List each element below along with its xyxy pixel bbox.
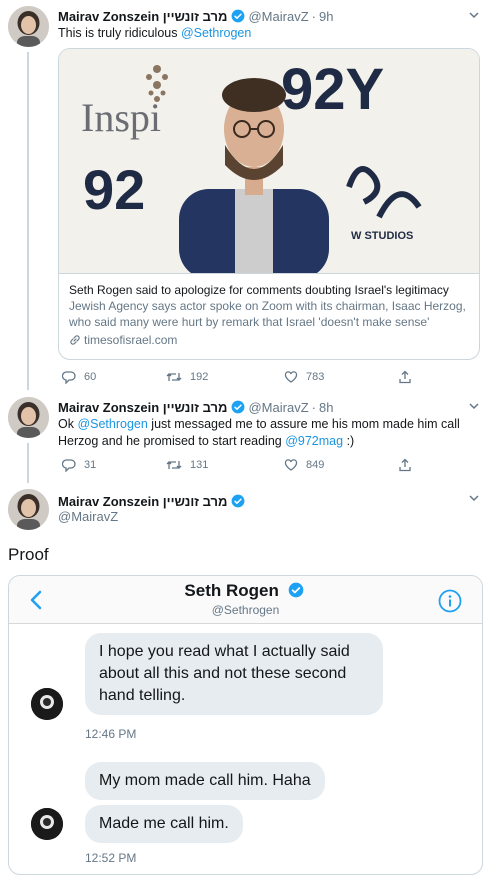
backdrop-text-92y: 92Y [281, 57, 384, 122]
retweet-button[interactable]: 131 [166, 456, 208, 474]
reply-count: 60 [84, 371, 97, 383]
tweet-text: Ok @Sethrogen just messaged me to assure… [58, 417, 460, 448]
author-name[interactable]: Mairav Zonszein מרב זונשיין [58, 9, 227, 24]
tweet-header: Mairav Zonszein מרב זונשיין @MairavZ · 8… [58, 397, 468, 417]
dm-message-bubble: I hope you read what I actually said abo… [85, 633, 383, 715]
backdrop-text-inspi: Inspi [81, 95, 161, 140]
author-handle[interactable]: @MairavZ [58, 509, 118, 524]
retweet-button[interactable]: 192 [166, 368, 208, 386]
tweet-header: Mairav Zonszein מרב זונשיין @MairavZ · 9… [58, 6, 468, 26]
tweet-actions: 31 131 849 [58, 456, 418, 474]
chevron-down-icon[interactable] [468, 10, 480, 20]
info-icon [438, 589, 462, 613]
share-icon [399, 370, 411, 384]
like-count: 783 [306, 371, 325, 383]
share-icon [399, 458, 411, 472]
reply-icon [62, 371, 76, 384]
thread-line [27, 52, 29, 390]
card-description: Jewish Agency says actor spoke on Zoom w… [69, 299, 466, 329]
tweet-3: Mairav Zonszein מרב זונשיין @MairavZ [0, 489, 492, 533]
reply-icon [62, 459, 76, 472]
tweet-2: Mairav Zonszein מרב זונשיין @MairavZ · 8… [0, 397, 492, 483]
card-domain: timesofisrael.com [69, 332, 469, 348]
link-card[interactable]: Inspi 92Y 92 W STUDIOS Seth Rogen said t… [58, 48, 480, 360]
author-handle[interactable]: @MairavZ [248, 9, 308, 24]
dm-timestamp: 12:46 PM [85, 727, 137, 741]
author-name[interactable]: Mairav Zonszein מרב זונשיין [58, 400, 227, 415]
share-button[interactable] [398, 456, 420, 474]
chevron-down-icon[interactable] [468, 493, 480, 503]
tweet-body-text: Proof [8, 545, 49, 564]
mention-link[interactable]: @Sethrogen [181, 26, 251, 40]
like-icon [284, 371, 298, 383]
author-name[interactable]: Mairav Zonszein מרב זונשיין [58, 494, 227, 509]
retweet-count: 131 [190, 459, 209, 471]
card-title: Seth Rogen said to apologize for comment… [69, 283, 449, 297]
author-handle[interactable]: @MairavZ [248, 400, 308, 415]
verified-badge-icon [232, 494, 245, 508]
retweet-count: 192 [190, 371, 209, 383]
retweet-icon [166, 373, 182, 381]
tweet-time[interactable]: 8h [319, 400, 333, 415]
like-button[interactable]: 849 [284, 456, 324, 474]
share-button[interactable] [398, 368, 420, 386]
like-icon [284, 459, 298, 471]
tweet-time[interactable]: 9h [319, 9, 333, 24]
tweet-text: This is truly ridiculous @Sethrogen [58, 26, 252, 40]
backdrop-text-studios: W STUDIOS [351, 230, 413, 242]
avatar[interactable] [8, 397, 49, 438]
verified-badge-icon [232, 9, 245, 23]
card-body: Seth Rogen said to apologize for comment… [59, 273, 479, 359]
verified-badge-icon [232, 400, 245, 414]
dm-timestamp: 12:52 PM [85, 851, 137, 865]
reply-button[interactable]: 60 [62, 368, 96, 386]
card-image: Inspi 92Y 92 W STUDIOS [59, 49, 479, 273]
tweet-actions: 60 192 783 [58, 368, 418, 386]
like-count: 849 [306, 459, 325, 471]
tweet-1: Mairav Zonszein מרב זונשיין @MairavZ · 9… [0, 6, 492, 390]
reply-count: 31 [84, 459, 97, 471]
dm-contact-name: Seth Rogen [9, 581, 482, 601]
link-icon [70, 335, 80, 345]
chevron-down-icon[interactable] [468, 401, 480, 411]
tweet-header: Mairav Zonszein מרב זונשיין [58, 491, 468, 511]
attached-screenshot[interactable]: Seth Rogen @Sethrogen I hope you read wh… [8, 575, 483, 875]
dm-message-bubble: Made me call him. [85, 805, 243, 843]
separator-dot: · [311, 8, 316, 24]
dm-avatar [31, 688, 63, 720]
thread-line [27, 443, 29, 483]
dm-message-bubble: My mom made call him. Haha [85, 762, 325, 800]
mention-link[interactable]: @972mag [285, 434, 343, 448]
avatar[interactable] [8, 6, 49, 47]
reply-button[interactable]: 31 [62, 456, 96, 474]
verified-badge-icon [288, 582, 303, 598]
mention-link[interactable]: @Sethrogen [77, 417, 147, 431]
retweet-icon [166, 461, 182, 469]
dm-avatar [31, 808, 63, 840]
dm-contact-handle: @Sethrogen [211, 603, 280, 617]
separator-dot: · [311, 399, 316, 415]
backdrop-text-92: 92 [83, 158, 145, 221]
dm-header: Seth Rogen @Sethrogen [9, 576, 482, 624]
avatar[interactable] [8, 489, 49, 530]
like-button[interactable]: 783 [284, 368, 324, 386]
